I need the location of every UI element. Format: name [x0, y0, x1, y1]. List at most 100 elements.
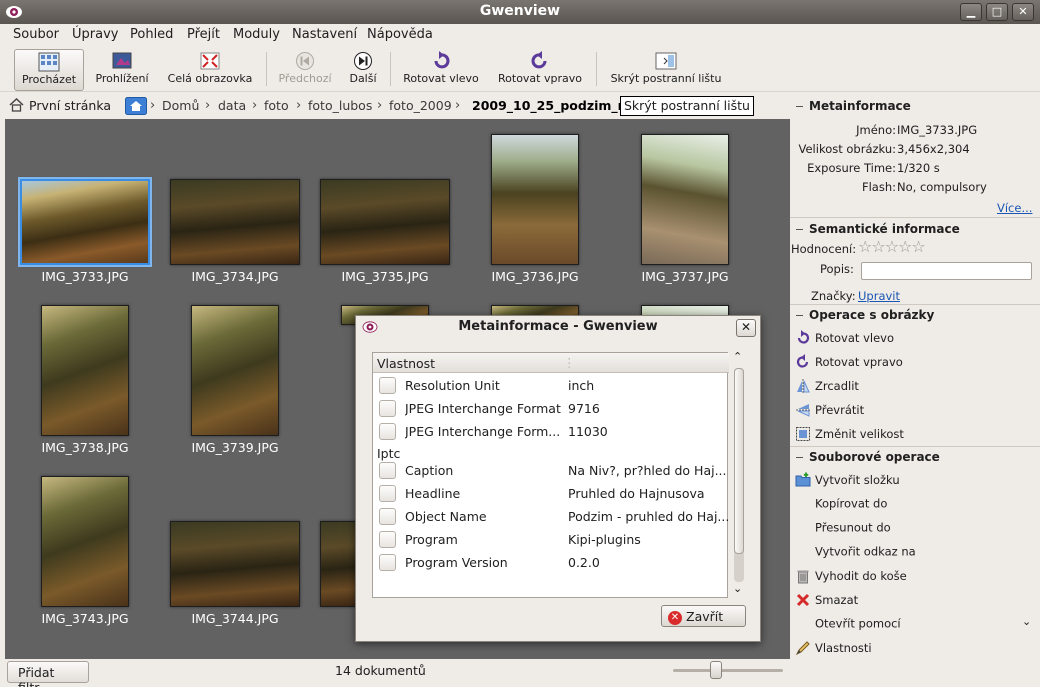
row-checkbox[interactable]: [379, 423, 396, 440]
rotate-right-button[interactable]: Rotovat vpravo: [494, 49, 586, 91]
view-button[interactable]: Prohlížení: [90, 49, 154, 91]
thumbnail-label: IMG_3733.JPG: [41, 269, 129, 284]
crumb-data[interactable]: data: [218, 98, 246, 113]
menu-plugins[interactable]: Moduly: [233, 27, 280, 42]
table-row[interactable]: Program Kipi-plugins: [373, 529, 729, 551]
menu-settings[interactable]: Nastavení: [292, 27, 357, 42]
start-page-link[interactable]: První stránka: [29, 98, 111, 113]
sidebar-open-with[interactable]: Otevřít pomocí: [815, 616, 901, 636]
thumbnail[interactable]: [170, 521, 300, 607]
edit-tags-link[interactable]: Upravit: [858, 289, 900, 303]
meta-section-header[interactable]: Metainformace: [796, 99, 911, 113]
thumbnail[interactable]: [41, 476, 129, 607]
meta-key: Flash:: [861, 180, 896, 194]
next-icon: [354, 52, 372, 70]
rotate-left-icon: [434, 51, 450, 69]
dialog-close-button[interactable]: ✕ Zavřít: [661, 605, 746, 627]
fullscreen-button[interactable]: Celá obrazovka: [162, 49, 258, 91]
sidebar-rotate-right[interactable]: Rotovat vpravo: [795, 354, 903, 374]
menu-view[interactable]: Pohled: [130, 27, 173, 42]
table-row[interactable]: Caption Na Niv?, pr?hled do Haj...: [373, 460, 729, 482]
sidebar: Metainformace Jméno: IMG_3733.JPG Velikos…: [790, 94, 1040, 687]
close-window-button[interactable]: ✕: [1012, 3, 1034, 21]
sidebar-copy-to[interactable]: Kopírovat do: [815, 496, 887, 516]
thumbnail[interactable]: [641, 134, 729, 265]
table-row[interactable]: Object Name Podzim - pruhled do Haj...: [373, 506, 729, 528]
crumb-foto-lubos[interactable]: foto_lubos: [308, 98, 372, 113]
row-checkbox[interactable]: [379, 462, 396, 479]
home-icon: [9, 98, 24, 112]
dialog-close-icon[interactable]: ✕: [736, 319, 756, 337]
rating-stars[interactable]: ☆☆☆☆☆: [858, 237, 926, 256]
sidebar-link-to[interactable]: Vytvořit odkaz na: [815, 544, 916, 564]
hide-sidebar-label: Skrýt postranní lištu: [610, 72, 722, 85]
thumbnail[interactable]: [320, 521, 360, 607]
scrollbar-thumb[interactable]: [734, 368, 744, 554]
row-checkbox[interactable]: [379, 554, 396, 571]
thumbnail[interactable]: [170, 179, 300, 265]
crumb-foto-2009[interactable]: foto_2009: [389, 98, 452, 113]
vertical-scrollbar[interactable]: ⌃ ⌄: [732, 350, 746, 598]
next-button[interactable]: Další: [342, 49, 384, 91]
semantic-section-header[interactable]: Semantické informace: [796, 222, 960, 236]
row-checkbox[interactable]: [379, 377, 396, 394]
thumbnail[interactable]: [491, 134, 579, 265]
description-input[interactable]: [861, 262, 1032, 280]
table-row[interactable]: JPEG Interchange Format 9716: [373, 398, 729, 420]
file-ops-section-header[interactable]: Souborové operace: [796, 450, 940, 464]
rotate-right-icon: [796, 354, 809, 368]
menu-go[interactable]: Přejít: [187, 27, 220, 42]
thumbnail-label: IMG_3736.JPG: [491, 269, 579, 284]
minimize-button[interactable]: ▁: [960, 3, 982, 21]
table-row[interactable]: Program Version 0.2.0: [373, 552, 729, 574]
home-folder-icon[interactable]: [125, 97, 147, 115]
crumb-current[interactable]: 2009_10_25_podzim_n: [472, 98, 627, 113]
row-checkbox[interactable]: [379, 508, 396, 525]
sidebar-op-label: Převrátit: [815, 403, 865, 417]
menu-bar: Soubor Úpravy Pohled Přejít Moduly Nasta…: [0, 24, 1040, 46]
sidebar-resize[interactable]: Změnit velikost: [795, 426, 904, 446]
scroll-down-icon[interactable]: ⌄: [733, 582, 742, 595]
menu-file[interactable]: Soubor: [13, 27, 59, 42]
table-row[interactable]: Headline Pruhled do Hajnusova: [373, 483, 729, 505]
previous-button[interactable]: Předchozí: [274, 49, 336, 91]
thumbnail[interactable]: [41, 305, 129, 436]
sidebar-properties[interactable]: Vlastnosti: [795, 640, 872, 660]
row-checkbox[interactable]: [379, 400, 396, 417]
sidebar-panel-icon: [655, 52, 677, 70]
row-checkbox[interactable]: [379, 531, 396, 548]
hide-sidebar-button[interactable]: Skrýt postranní lištu: [606, 49, 726, 91]
chevron-down-icon[interactable]: ⌄: [1022, 615, 1031, 628]
row-key: JPEG Interchange Format: [405, 401, 561, 416]
crumb-foto[interactable]: foto: [264, 98, 289, 113]
sidebar-trash[interactable]: Vyhodit do koše: [795, 568, 907, 588]
sidebar-delete[interactable]: Smazat: [795, 592, 858, 612]
browse-button[interactable]: Procházet: [14, 49, 84, 91]
table-row[interactable]: Resolution Unit inch: [373, 375, 729, 397]
sidebar-create-folder[interactable]: Vytvořit složku: [795, 472, 900, 492]
column-header[interactable]: Vlastnost ⋮: [373, 353, 729, 373]
maximize-button[interactable]: □: [986, 3, 1008, 21]
more-link[interactable]: Více...: [997, 201, 1032, 215]
rotate-right-icon: [531, 51, 547, 69]
table-row[interactable]: JPEG Interchange Form... 11030: [373, 421, 729, 443]
sidebar-rotate-left[interactable]: Rotovat vlevo: [795, 330, 894, 350]
zoom-slider-track[interactable]: [673, 669, 783, 672]
rotate-left-button[interactable]: Rotovat vlevo: [398, 49, 484, 91]
thumbnail[interactable]: [18, 177, 152, 267]
crumb-home[interactable]: Domů: [162, 98, 199, 113]
add-filter-button[interactable]: Přidat filtr⌄: [7, 661, 89, 687]
scroll-up-icon[interactable]: ⌃: [733, 350, 742, 363]
zoom-slider-handle[interactable]: [710, 661, 722, 679]
thumbnail[interactable]: [320, 179, 450, 265]
menu-edit[interactable]: Úpravy: [72, 27, 118, 42]
thumbnail[interactable]: [191, 305, 279, 436]
status-bar: Přidat filtr⌄ 14 dokumentů: [0, 659, 790, 687]
sidebar-mirror[interactable]: Zrcadlit: [795, 378, 859, 398]
sidebar-flip[interactable]: Převrátit: [795, 402, 864, 422]
sidebar-move-to[interactable]: Přesunout do: [815, 520, 891, 540]
previous-label: Předchozí: [278, 72, 332, 85]
image-ops-section-header[interactable]: Operace s obrázky: [796, 308, 934, 322]
menu-help[interactable]: Nápověda: [367, 27, 433, 42]
row-checkbox[interactable]: [379, 485, 396, 502]
